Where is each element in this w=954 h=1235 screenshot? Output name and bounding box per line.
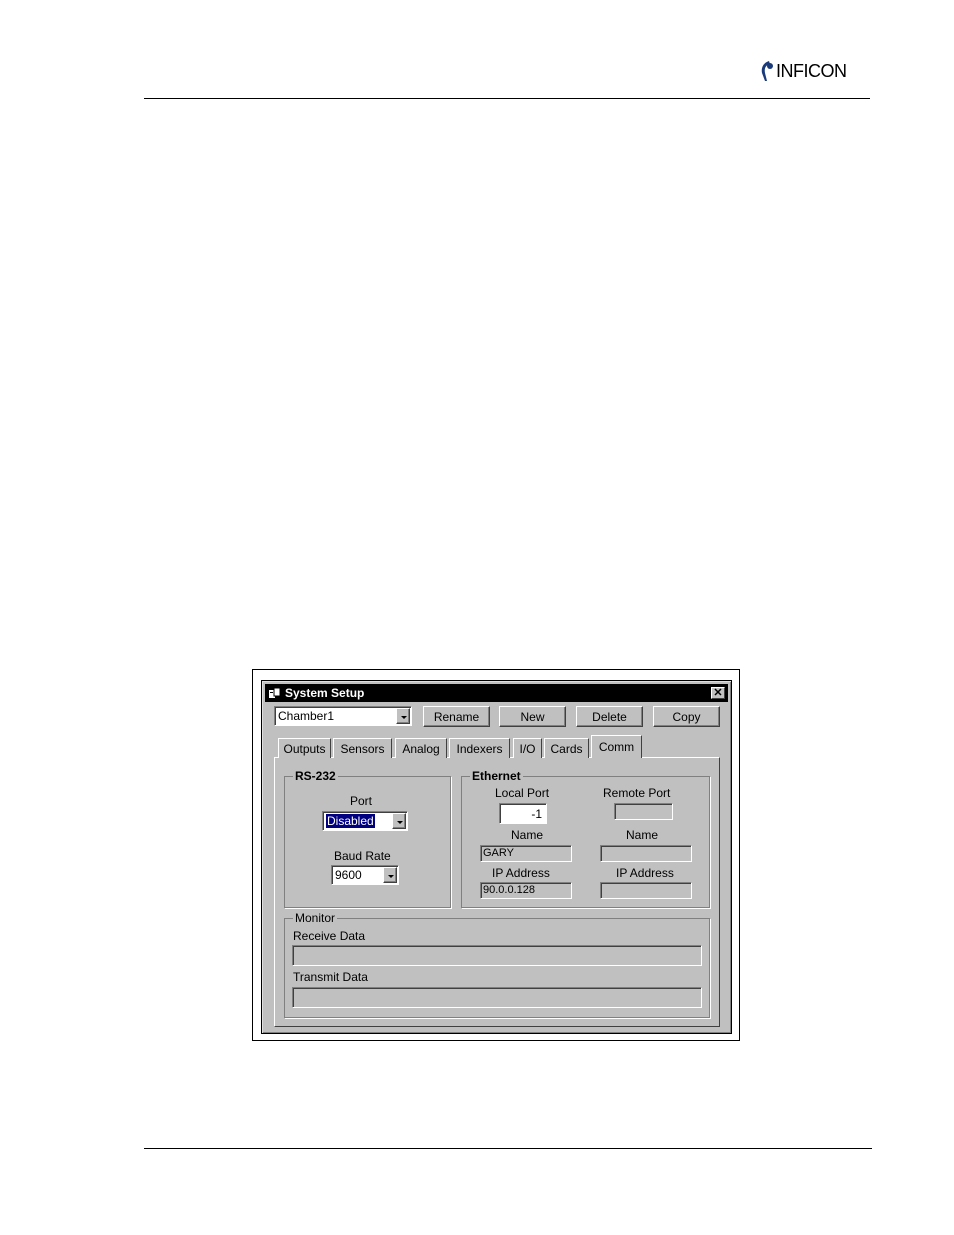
chevron-down-icon[interactable]: [392, 813, 406, 829]
remote-ip-label: IP Address: [616, 866, 674, 880]
local-port-label: Local Port: [495, 786, 550, 800]
tab-io[interactable]: I/O: [513, 738, 542, 758]
local-port-value: -1: [531, 807, 542, 821]
footer-rule: [144, 1148, 872, 1149]
baud-rate-label: Baud Rate: [334, 849, 391, 863]
tab-cards[interactable]: Cards: [544, 738, 589, 758]
tab-outputs[interactable]: Outputs: [278, 738, 331, 758]
local-ip-value: 90.0.0.128: [483, 884, 535, 896]
local-ip-field: 90.0.0.128: [480, 882, 572, 899]
copy-button[interactable]: Copy: [653, 706, 720, 727]
port-select[interactable]: Disabled: [322, 811, 408, 831]
baud-rate-select-value: 9600: [335, 868, 362, 882]
remote-name-field: [600, 845, 692, 862]
tab-indexers[interactable]: Indexers: [449, 738, 510, 758]
monitor-group-title: Monitor: [293, 911, 338, 925]
transmit-data-label: Transmit Data: [293, 970, 368, 984]
receive-data-label: Receive Data: [293, 929, 366, 943]
chevron-down-icon[interactable]: [396, 708, 410, 724]
port-select-value: Disabled: [325, 813, 376, 829]
local-name-label: Name: [511, 828, 544, 842]
tab-sensors[interactable]: Sensors: [333, 738, 392, 758]
remote-port-field: [614, 803, 673, 820]
header-rule: [144, 98, 870, 99]
chamber-select-value: Chamber1: [278, 709, 335, 723]
remote-name-label: Name: [626, 828, 659, 842]
inficon-logo: INFICON: [760, 58, 872, 84]
local-name-field: GARY: [480, 845, 572, 862]
transmit-data-field: [292, 987, 702, 1008]
title-bar[interactable]: System Setup ✕: [265, 684, 728, 702]
local-ip-label: IP Address: [492, 866, 550, 880]
remote-ip-field: [600, 882, 692, 899]
tab-comm[interactable]: Comm: [591, 735, 642, 758]
chamber-select[interactable]: Chamber1: [274, 706, 412, 726]
new-button[interactable]: New: [499, 706, 566, 727]
tab-analog[interactable]: Analog: [395, 738, 447, 758]
baud-rate-select[interactable]: 9600: [331, 865, 399, 885]
receive-data-field: [292, 945, 702, 966]
brand-name: INFICON: [776, 60, 847, 81]
ethernet-group-title: Ethernet: [470, 769, 523, 783]
rs232-group-title: RS-232: [293, 769, 338, 783]
local-port-input[interactable]: -1: [499, 803, 547, 824]
chevron-down-icon[interactable]: [383, 867, 397, 883]
close-icon[interactable]: ✕: [711, 687, 725, 699]
local-name-value: GARY: [483, 847, 514, 859]
window-title: System Setup: [285, 686, 365, 700]
inficon-logo-icon: [761, 61, 773, 81]
remote-port-label: Remote Port: [603, 786, 671, 800]
delete-button[interactable]: Delete: [576, 706, 643, 727]
rename-button[interactable]: Rename: [423, 706, 490, 727]
port-label: Port: [350, 794, 373, 808]
app-icon: [269, 687, 281, 698]
